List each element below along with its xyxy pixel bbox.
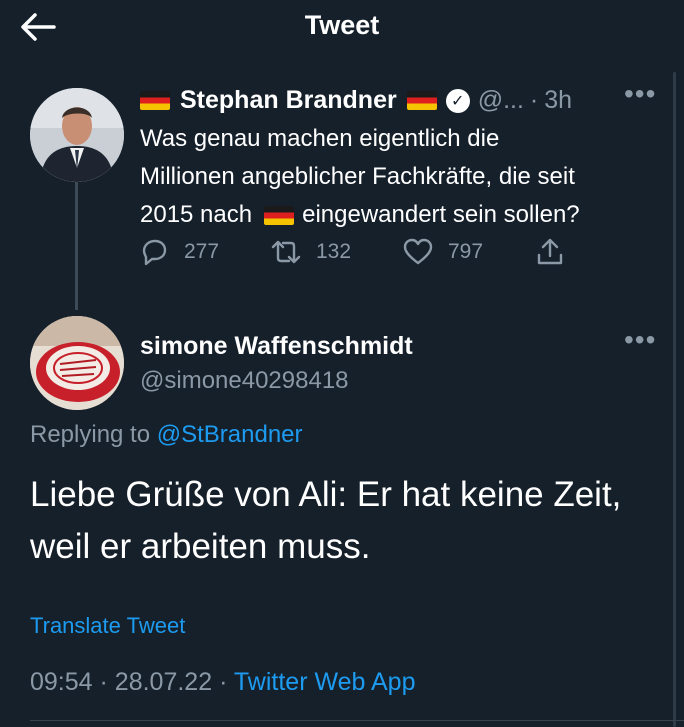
parent-tweet-line-part: 2015 nach	[140, 201, 253, 228]
top-bar: Tweet	[0, 0, 684, 56]
divider	[30, 720, 684, 721]
parent-author-handle[interactable]: @...	[478, 86, 524, 115]
reply-button[interactable]: 277	[138, 236, 219, 268]
tweet-metadata: 09:54 · 28.07.22 · Twitter Web App	[30, 668, 415, 697]
meta-separator: ·	[219, 668, 228, 696]
retweet-count: 132	[316, 240, 352, 263]
reply-author-handle[interactable]: @simone40298418	[140, 367, 413, 395]
share-button[interactable]	[534, 236, 566, 268]
retweet-button[interactable]: 132	[270, 236, 351, 268]
parent-tweet-line: 2015 nach eingewandert sein sollen?	[140, 196, 660, 234]
tweet-source-link[interactable]: Twitter Web App	[234, 668, 416, 696]
reply-author-name[interactable]: simone Waffenschmidt	[140, 332, 413, 361]
parent-tweet-line-part: eingewandert sein sollen?	[302, 201, 580, 228]
parent-tweet-line: Millionen angeblicher Fachkräfte, die se…	[140, 163, 575, 190]
meta-separator: ·	[99, 668, 108, 696]
parent-tweet-actions: 277 132 797	[138, 236, 578, 272]
reply-tweet-text: Liebe Grüße von Ali: Er hat keine Zeit, …	[30, 475, 622, 566]
avatar-simone-waffenschmidt[interactable]	[30, 316, 124, 410]
parent-tweet-separator: ·	[529, 86, 539, 114]
share-icon	[537, 238, 563, 265]
avatar-photo	[30, 316, 124, 410]
tweet-time[interactable]: 09:54	[30, 668, 93, 696]
avatar-stephan-brandner[interactable]	[30, 88, 124, 182]
retweet-icon	[271, 240, 301, 264]
verified-icon: ✓	[445, 88, 470, 113]
avatar-photo	[30, 88, 124, 182]
page-title: Tweet	[304, 10, 380, 40]
reply-count: 277	[184, 240, 220, 263]
parent-tweet-text: Was genau machen eigentlich die Millione…	[140, 120, 660, 234]
replying-to-handle-link[interactable]: @StBrandner	[157, 421, 303, 448]
tweet-date[interactable]: 28.07.22	[115, 668, 212, 696]
replying-to-label: Replying to	[30, 421, 151, 448]
flag-germany-icon	[264, 206, 295, 226]
flag-germany-icon	[140, 91, 170, 110]
parent-more-icon[interactable]: •••	[624, 78, 656, 110]
scrollbar[interactable]	[673, 72, 676, 727]
reply-tweet-author[interactable]: simone Waffenschmidt @simone40298418	[140, 332, 413, 395]
reply-icon	[142, 239, 167, 266]
like-button[interactable]: 797	[402, 236, 483, 268]
flag-germany-icon	[406, 91, 437, 110]
replying-to-line: Replying to @StBrandner	[30, 421, 303, 449]
reply-more-icon[interactable]: •••	[624, 324, 656, 356]
like-icon	[403, 238, 433, 265]
parent-tweet-time[interactable]: 3h	[544, 86, 572, 115]
parent-author-name[interactable]: Stephan Brandner	[180, 86, 397, 115]
like-count: 797	[448, 240, 484, 263]
parent-tweet-line: Was genau machen eigentlich die	[140, 125, 500, 152]
translate-tweet-link[interactable]: Translate Tweet	[30, 613, 185, 639]
parent-tweet-author-line: Stephan Brandner ✓ @... · 3h	[140, 86, 572, 115]
